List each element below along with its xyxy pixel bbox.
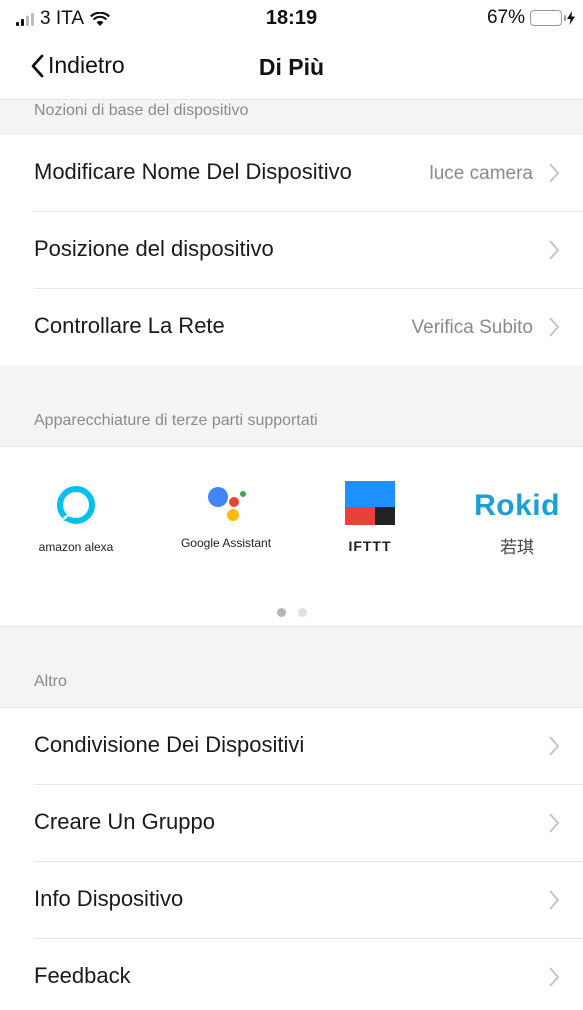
- third-party-item-alexa[interactable]: amazon alexa: [6, 477, 146, 554]
- ifttt-icon: [345, 481, 395, 525]
- row-label: Modificare Nome Del Dispositivo: [34, 159, 352, 184]
- alexa-icon: [57, 486, 95, 524]
- third-party-item-ifttt[interactable]: IFTTT: [300, 477, 440, 554]
- section-header-label: Nozioni di base del dispositivo: [34, 102, 249, 119]
- status-right: 67%: [487, 7, 575, 29]
- status-bar: 3 ITA 18:19 67%: [0, 0, 583, 36]
- third-party-caption: amazon alexa: [38, 540, 114, 554]
- google-assistant-icon: [208, 487, 246, 521]
- device-name-value: luce camera: [429, 163, 534, 184]
- third-party-caption: Google Assistant: [180, 536, 272, 550]
- section-header-other: Altro: [0, 627, 583, 708]
- third-party-item-rokid[interactable]: Rokid 若琪: [447, 477, 583, 558]
- row-device-info[interactable]: Info Dispositivo: [0, 862, 583, 939]
- section-header-label: Apparecchiature di terze parti supportat…: [34, 412, 318, 429]
- third-party-caption: 若琪: [500, 538, 534, 557]
- chevron-right-icon: [549, 317, 560, 337]
- row-device-sharing[interactable]: Condivisione Dei Dispositivi: [0, 708, 583, 785]
- page-dot[interactable]: [297, 608, 307, 617]
- third-party-carousel[interactable]: amazon alexa Google Assistant IFTTT Roki…: [0, 447, 583, 627]
- chevron-right-icon: [549, 967, 560, 987]
- row-label: Controllare La Rete: [34, 313, 225, 338]
- check-now-value: Verifica Subito: [411, 317, 533, 338]
- charging-bolt-icon: [567, 11, 575, 25]
- section-header-basics: Nozioni di base del dispositivo: [0, 100, 583, 135]
- section-header-third-party: Apparecchiature di terze parti supportat…: [0, 366, 583, 447]
- row-feedback[interactable]: Feedback: [0, 939, 583, 1010]
- navigation-bar: Indietro Di Più: [0, 36, 583, 100]
- row-rename-device[interactable]: Modificare Nome Del Dispositivo luce cam…: [0, 135, 583, 212]
- row-label: Posizione del dispositivo: [34, 236, 274, 261]
- row-label: Feedback: [34, 963, 131, 988]
- carousel-page-indicator[interactable]: [0, 604, 583, 622]
- chevron-right-icon: [549, 890, 560, 910]
- third-party-item-google-assistant[interactable]: Google Assistant: [156, 477, 296, 550]
- battery-icon: [530, 10, 566, 26]
- chevron-right-icon: [549, 736, 560, 756]
- row-check-network[interactable]: Controllare La Rete Verifica Subito: [0, 289, 583, 366]
- chevron-right-icon: [549, 240, 560, 260]
- row-device-location[interactable]: Posizione del dispositivo: [0, 212, 583, 289]
- chevron-right-icon: [549, 163, 560, 183]
- page-title: Di Più: [258, 54, 325, 80]
- row-label: Creare Un Gruppo: [34, 809, 215, 834]
- row-create-group[interactable]: Creare Un Gruppo: [0, 785, 583, 862]
- row-label: Condivisione Dei Dispositivi: [34, 732, 305, 757]
- chevron-right-icon: [549, 813, 560, 833]
- rokid-icon: Rokid: [474, 489, 560, 522]
- row-label: Info Dispositivo: [34, 886, 184, 911]
- section-header-label: Altro: [34, 673, 67, 690]
- battery-percent: 67%: [486, 7, 525, 28]
- page-dot-active[interactable]: [276, 608, 286, 617]
- third-party-caption: IFTTT: [348, 538, 392, 554]
